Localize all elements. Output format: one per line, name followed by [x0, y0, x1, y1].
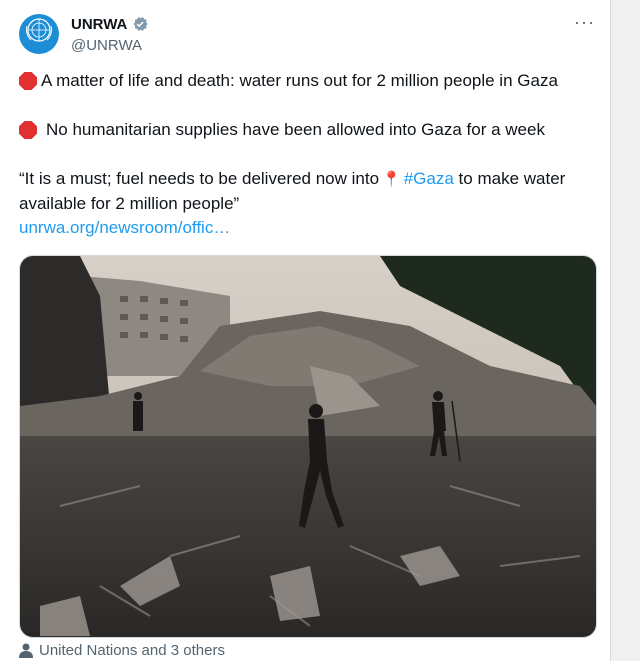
round-pushpin-icon: 📍 [382, 171, 401, 188]
rubble-photo [20, 256, 596, 637]
tagged-people-text: United Nations and 3 others [39, 642, 225, 659]
stop-sign-icon [19, 121, 37, 139]
tagged-people[interactable]: United Nations and 3 others [19, 642, 225, 659]
avatar[interactable]: unrwa [19, 14, 59, 54]
un-emblem-icon [26, 18, 52, 42]
tweet-card: unrwa UNRWA @UNRWA ··· A matter of life … [0, 0, 611, 661]
quote-line-2: available for 2 million people” [19, 194, 240, 213]
person-icon [19, 643, 33, 658]
account-handle[interactable]: @UNRWA [71, 37, 142, 54]
verified-badge-icon [134, 17, 149, 31]
tweet-line-1-text: A matter of life and death: water runs o… [41, 71, 558, 90]
tweet-line-2: No humanitarian supplies have been allow… [19, 118, 597, 142]
article-link[interactable]: unrwa.org/newsroom/offic… [19, 216, 597, 240]
more-options-button[interactable]: ··· [574, 12, 595, 33]
account-name[interactable]: UNRWA [71, 16, 127, 33]
tweet-text: A matter of life and death: water runs o… [19, 69, 597, 240]
tweet-line-2-text: No humanitarian supplies have been allow… [46, 120, 545, 139]
quote-part-1: “It is a must; fuel needs to be delivere… [19, 169, 380, 188]
tweet-quote: “It is a must; fuel needs to be delivere… [19, 167, 597, 216]
name-row: UNRWA [71, 15, 149, 33]
hashtag-link[interactable]: #Gaza [404, 169, 454, 188]
quote-part-2: to make water [458, 169, 566, 188]
stop-sign-icon [19, 72, 37, 90]
tweet-photo[interactable] [19, 255, 597, 638]
tweet-line-1: A matter of life and death: water runs o… [19, 69, 597, 93]
